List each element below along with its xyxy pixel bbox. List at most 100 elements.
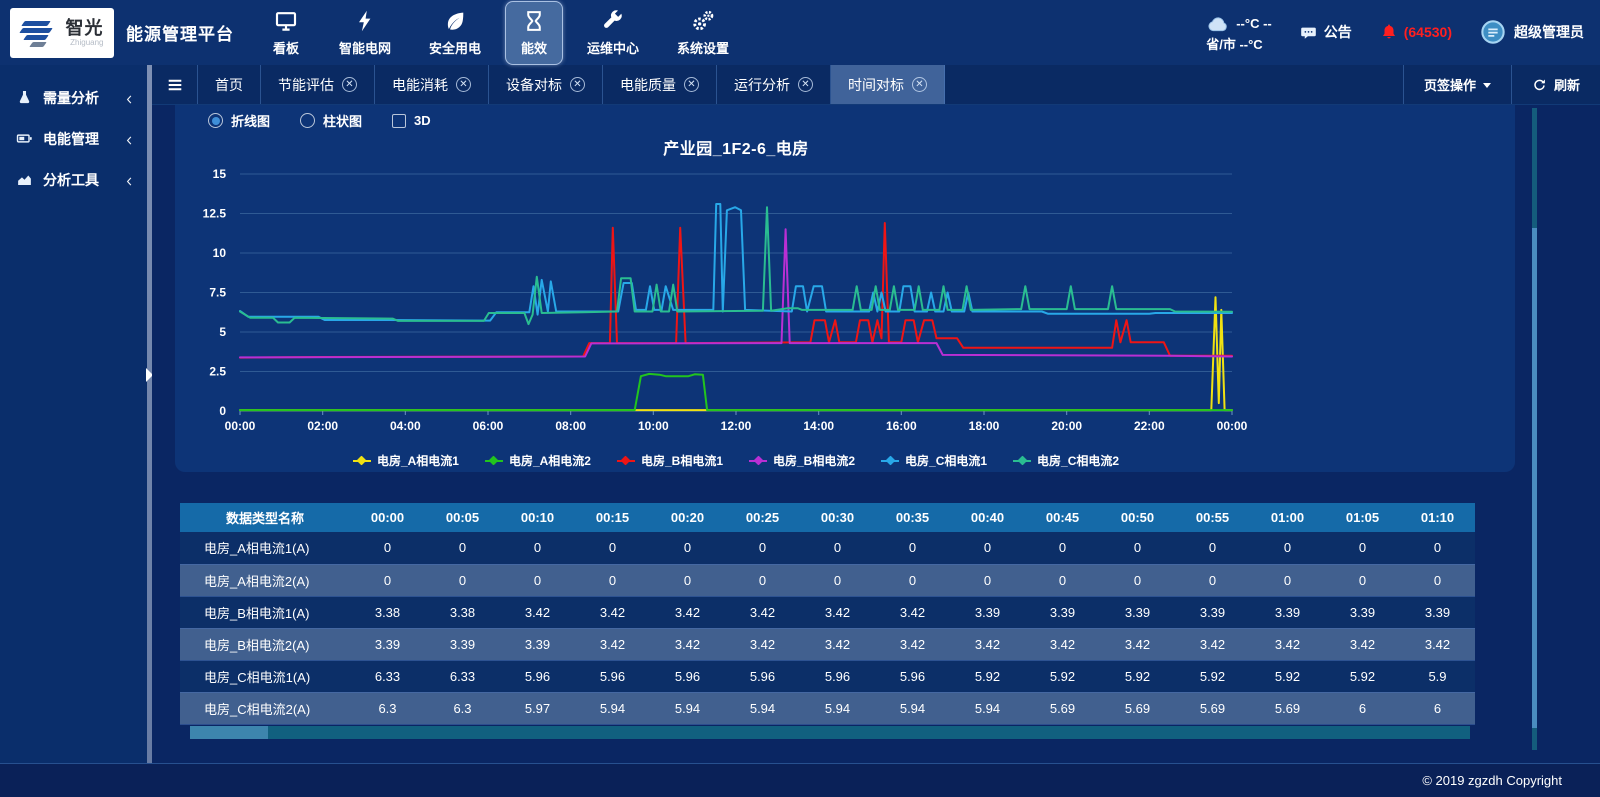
value-cell: 3.42 xyxy=(800,628,875,660)
nav-item-hourglass[interactable]: 能效 xyxy=(505,1,563,65)
value-cell: 0 xyxy=(575,532,650,564)
value-cell: 0 xyxy=(875,532,950,564)
svg-text:14:00: 14:00 xyxy=(803,419,834,433)
legend-item[interactable]: 电房_B相电流1 xyxy=(617,452,723,469)
legend-item[interactable]: 电房_A相电流2 xyxy=(485,452,591,469)
tab-operations-dropdown[interactable]: 页签操作 xyxy=(1403,65,1511,104)
bell-icon xyxy=(1380,23,1398,41)
value-cell: 3.38 xyxy=(350,596,425,628)
value-cell: 3.39 xyxy=(950,596,1025,628)
value-cell: 3.39 xyxy=(425,628,500,660)
nav-item-wrench[interactable]: 运维中心 xyxy=(573,1,653,65)
nav-item-label: 看板 xyxy=(273,38,299,57)
value-cell: 5.97 xyxy=(500,692,575,724)
avatar-icon xyxy=(1480,19,1506,45)
table-header-cell: 00:25 xyxy=(725,503,800,532)
table-header-cell: 00:00 xyxy=(350,503,425,532)
nav-item-gears[interactable]: 系统设置 xyxy=(663,1,743,65)
chevleft-icon xyxy=(124,135,135,146)
tab-3[interactable]: 设备对标✕ xyxy=(489,65,603,104)
value-cell: 3.42 xyxy=(1400,628,1475,660)
table-header-cell: 01:00 xyxy=(1250,503,1325,532)
value-cell: 5.96 xyxy=(800,660,875,692)
sidebar-item-areachart[interactable]: 分析工具 xyxy=(0,159,147,200)
brand-logo: 智光 Zhiguang xyxy=(10,8,114,58)
svg-text:22:00: 22:00 xyxy=(1134,419,1165,433)
value-cell: 0 xyxy=(1250,564,1325,596)
value-cell: 3.39 xyxy=(1175,596,1250,628)
tab-2[interactable]: 电能消耗✕ xyxy=(375,65,489,104)
legend-item[interactable]: 电房_A相电流1 xyxy=(353,452,459,469)
value-cell: 6 xyxy=(1400,692,1475,724)
alarm-button[interactable]: (64530) xyxy=(1380,23,1452,41)
value-cell: 5.94 xyxy=(725,692,800,724)
svg-text:10:00: 10:00 xyxy=(638,419,669,433)
svg-text:7.5: 7.5 xyxy=(209,286,226,300)
legend-label: 电房_A相电流2 xyxy=(509,452,591,469)
hourglass-icon xyxy=(522,9,546,33)
svg-text:2.5: 2.5 xyxy=(209,365,226,379)
legend-item[interactable]: 电房_C相电流1 xyxy=(881,452,987,469)
refresh-icon xyxy=(1532,77,1547,92)
speech-bubble-icon xyxy=(1300,24,1317,41)
tab-close-icon[interactable]: ✕ xyxy=(342,77,357,92)
sidebar-item-flask[interactable]: 需量分析 xyxy=(0,77,147,118)
sidebar-item-battery[interactable]: 电能管理 xyxy=(0,118,147,159)
row-name-cell: 电房_C相电流2(A) xyxy=(180,692,350,724)
tab-1[interactable]: 节能评估✕ xyxy=(261,65,375,104)
legend-item[interactable]: 电房_C相电流2 xyxy=(1013,452,1119,469)
value-cell: 3.39 xyxy=(1250,596,1325,628)
table-header-cell: 00:15 xyxy=(575,503,650,532)
gears-icon xyxy=(691,9,715,33)
value-cell: 3.42 xyxy=(1325,628,1400,660)
tab-close-icon[interactable]: ✕ xyxy=(684,77,699,92)
nav-item-dashboard[interactable]: 看板 xyxy=(257,1,315,65)
tab-label: 运行分析 xyxy=(734,75,790,95)
value-cell: 5.96 xyxy=(500,660,575,692)
brand-logo-icon xyxy=(21,20,61,46)
brand-name: 智光 xyxy=(66,19,104,37)
value-cell: 0 xyxy=(1400,564,1475,596)
notice-button[interactable]: 公告 xyxy=(1300,22,1352,42)
value-cell: 0 xyxy=(425,532,500,564)
value-cell: 5.96 xyxy=(725,660,800,692)
tab-home[interactable]: 首页 xyxy=(198,65,261,104)
table-header-row: 数据类型名称00:0000:0500:1000:1500:2000:2500:3… xyxy=(180,503,1475,532)
nav-item-bolt[interactable]: 智能电网 xyxy=(325,1,405,65)
refresh-button[interactable]: 刷新 xyxy=(1511,65,1600,104)
page-footer: © 2019 zgzdh Copyright xyxy=(0,763,1600,797)
value-cell: 5.94 xyxy=(650,692,725,724)
chart-type-controls: 折线图 柱状图 3D xyxy=(175,105,1515,130)
value-cell: 0 xyxy=(875,564,950,596)
chart-type-radio-line[interactable]: 折线图 xyxy=(208,111,270,130)
tab-close-icon[interactable]: ✕ xyxy=(570,77,585,92)
chart-type-radio-bar[interactable]: 柱状图 xyxy=(300,111,362,130)
chart-3d-checkbox[interactable]: 3D xyxy=(392,113,431,128)
value-cell: 0 xyxy=(800,532,875,564)
user-menu[interactable]: 超级管理员 xyxy=(1480,19,1584,45)
value-cell: 3.42 xyxy=(1250,628,1325,660)
value-cell: 3.39 xyxy=(1025,596,1100,628)
value-cell: 0 xyxy=(1025,564,1100,596)
svg-text:18:00: 18:00 xyxy=(969,419,1000,433)
horizontal-scrollbar-thumb[interactable] xyxy=(190,726,268,739)
line-chart-canvas: 02.557.51012.51500:0002:0004:0006:0008:0… xyxy=(175,159,1515,446)
value-cell: 0 xyxy=(575,564,650,596)
leaf-icon xyxy=(443,9,467,33)
tab-4[interactable]: 电能质量✕ xyxy=(603,65,717,104)
value-cell: 5.69 xyxy=(1100,692,1175,724)
vertical-scrollbar-thumb[interactable] xyxy=(1532,228,1537,728)
tab-5[interactable]: 运行分析 ✕ xyxy=(717,65,831,104)
legend-item[interactable]: 电房_B相电流2 xyxy=(749,452,855,469)
value-cell: 0 xyxy=(1100,564,1175,596)
collapse-menu-button[interactable] xyxy=(152,65,198,104)
value-cell: 0 xyxy=(650,564,725,596)
tab-close-icon[interactable]: ✕ xyxy=(456,77,471,92)
tab-close-icon[interactable]: ✕ xyxy=(912,77,927,92)
tab-6[interactable]: 时间对标✕ xyxy=(831,65,945,104)
value-cell: 0 xyxy=(650,532,725,564)
value-cell: 0 xyxy=(725,564,800,596)
nav-item-leaf[interactable]: 安全用电 xyxy=(415,1,495,65)
tab-close-icon[interactable]: ✕ xyxy=(798,77,813,92)
row-name-cell: 电房_C相电流1(A) xyxy=(180,660,350,692)
